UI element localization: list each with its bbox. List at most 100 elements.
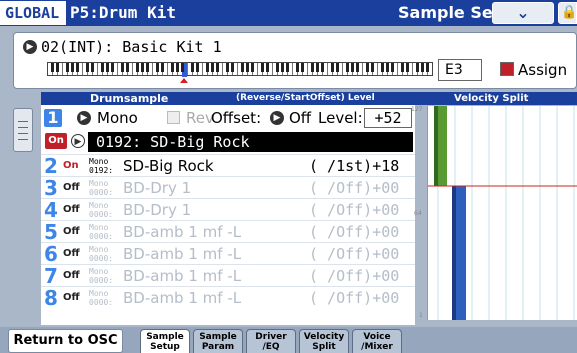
black-key[interactable] bbox=[231, 63, 234, 72]
black-key[interactable] bbox=[146, 63, 149, 72]
reverse-offset-level-value[interactable]: ( /Off)+00 bbox=[309, 177, 399, 199]
black-key[interactable] bbox=[136, 63, 139, 72]
black-key[interactable] bbox=[161, 63, 164, 72]
on-off-state[interactable]: Off bbox=[63, 225, 80, 239]
lock-button[interactable]: 🔒 bbox=[558, 2, 577, 24]
sample-name[interactable]: BD-Dry 1 bbox=[123, 177, 191, 199]
key-field[interactable]: E3 bbox=[438, 59, 482, 81]
black-key[interactable] bbox=[276, 63, 279, 72]
sample-name[interactable]: BD-amb 1 mf -L bbox=[123, 221, 241, 243]
black-key[interactable] bbox=[371, 63, 374, 72]
black-key[interactable] bbox=[391, 63, 394, 72]
tab-voice-mixer[interactable]: Voice/Mixer bbox=[352, 329, 402, 353]
black-key[interactable] bbox=[91, 63, 94, 72]
black-key[interactable] bbox=[181, 63, 184, 72]
keyboard[interactable] bbox=[47, 62, 433, 77]
black-key[interactable] bbox=[386, 63, 389, 72]
black-key[interactable] bbox=[101, 63, 104, 72]
mono-select-arrow-icon[interactable]: ▶ bbox=[77, 111, 91, 125]
level-field[interactable]: +52 bbox=[364, 108, 412, 128]
black-key[interactable] bbox=[111, 63, 114, 72]
black-key[interactable] bbox=[141, 63, 144, 72]
reverse-offset-level-value[interactable]: ( /Off)+00 bbox=[309, 221, 399, 243]
black-key[interactable] bbox=[316, 63, 319, 72]
black-key[interactable] bbox=[416, 63, 419, 72]
black-key[interactable] bbox=[286, 63, 289, 72]
black-key[interactable] bbox=[296, 63, 299, 72]
black-key[interactable] bbox=[176, 63, 179, 72]
black-key[interactable] bbox=[401, 63, 404, 72]
black-key[interactable] bbox=[66, 63, 69, 72]
sample-name[interactable]: BD-amb 1 mf -L bbox=[123, 265, 241, 287]
drumsample-row[interactable]: 4 Off Mono 0000: BD-Dry 1 ( /Off)+00 bbox=[41, 198, 415, 220]
black-key[interactable] bbox=[76, 63, 79, 72]
reverse-offset-level-value[interactable]: ( /Off)+00 bbox=[309, 243, 399, 265]
sample-select-arrow-icon[interactable]: ▶ bbox=[71, 134, 85, 148]
sample-name[interactable]: BD-amb 1 mf -L bbox=[123, 243, 241, 265]
black-key[interactable] bbox=[331, 63, 334, 72]
black-key[interactable] bbox=[351, 63, 354, 72]
reverse-offset-level-value[interactable]: ( /1st)+18 bbox=[309, 155, 399, 177]
drumsample-number[interactable]: 6 bbox=[44, 244, 60, 264]
black-key[interactable] bbox=[266, 63, 269, 72]
black-key[interactable] bbox=[56, 63, 59, 72]
offset-select-arrow-icon[interactable]: ▶ bbox=[270, 111, 284, 125]
black-key[interactable] bbox=[336, 63, 339, 72]
black-key[interactable] bbox=[216, 63, 219, 72]
black-key[interactable] bbox=[251, 63, 254, 72]
drumsample-number[interactable]: 2 bbox=[44, 156, 60, 176]
black-key[interactable] bbox=[86, 63, 89, 72]
black-key[interactable] bbox=[196, 63, 199, 72]
black-key[interactable] bbox=[126, 63, 129, 72]
return-to-osc-button[interactable]: Return to OSC bbox=[8, 329, 123, 353]
drumsample-row[interactable]: 8 Off Mono 0000: BD-amb 1 mf -L ( /Off)+00 bbox=[41, 286, 415, 308]
reverse-checkbox[interactable] bbox=[167, 111, 180, 124]
offset-value[interactable]: Off bbox=[289, 107, 311, 129]
black-key[interactable] bbox=[426, 63, 429, 72]
drumsample-row[interactable]: 2 On Mono 0192: SD-Big Rock ( /1st)+18 bbox=[41, 154, 415, 176]
drumsample-number[interactable]: 4 bbox=[44, 200, 60, 220]
on-off-state[interactable]: On bbox=[63, 159, 79, 173]
drumsample-number[interactable]: 1 bbox=[44, 109, 62, 127]
tab-sample-param[interactable]: Sample Param bbox=[193, 329, 243, 353]
tab-sample-setup[interactable]: Sample Setup bbox=[140, 329, 190, 353]
black-key[interactable] bbox=[206, 63, 209, 72]
black-key[interactable] bbox=[171, 63, 174, 72]
on-off-state[interactable]: Off bbox=[63, 181, 80, 195]
black-key[interactable] bbox=[226, 63, 229, 72]
black-key[interactable] bbox=[301, 63, 304, 72]
black-key[interactable] bbox=[51, 63, 54, 72]
drumsample-row[interactable]: 6 Off Mono 0000: BD-amb 1 mf -L ( /Off)+00 bbox=[41, 242, 415, 264]
drumsample-row[interactable]: 7 Off Mono 0000: BD-amb 1 mf -L ( /Off)+00 bbox=[41, 264, 415, 286]
black-key[interactable] bbox=[381, 63, 384, 72]
tab-driver-eq[interactable]: Driver/EQ bbox=[246, 329, 296, 353]
black-key[interactable] bbox=[106, 63, 109, 72]
black-key[interactable] bbox=[261, 63, 264, 72]
on-off-state[interactable]: Off bbox=[63, 269, 80, 283]
on-off-state[interactable]: Off bbox=[63, 203, 80, 217]
reverse-offset-level-value[interactable]: ( /Off)+00 bbox=[309, 265, 399, 287]
black-key[interactable] bbox=[366, 63, 369, 72]
drum-kit-name[interactable]: 02(INT): Basic Kit 1 bbox=[41, 36, 222, 58]
assign-checkbox[interactable] bbox=[500, 62, 514, 76]
reverse-offset-level-value[interactable]: ( /Off)+00 bbox=[309, 287, 399, 309]
tab-velocity-split[interactable]: Velocity Split bbox=[299, 329, 349, 353]
black-key[interactable] bbox=[346, 63, 349, 72]
black-key[interactable] bbox=[406, 63, 409, 72]
drumsample-on-toggle[interactable]: On bbox=[45, 133, 67, 149]
drumsample-row[interactable]: 3 Off Mono 0000: BD-Dry 1 ( /Off)+00 bbox=[41, 176, 415, 198]
black-key[interactable] bbox=[71, 63, 74, 72]
black-key[interactable] bbox=[356, 63, 359, 72]
drumsample-row[interactable]: 5 Off Mono 0000: BD-amb 1 mf -L ( /Off)+00 bbox=[41, 220, 415, 242]
black-key[interactable] bbox=[241, 63, 244, 72]
page-menu-button[interactable]: ⌄ bbox=[492, 2, 554, 24]
black-key[interactable] bbox=[211, 63, 214, 72]
list-scroll-handle[interactable] bbox=[13, 108, 33, 152]
black-key[interactable] bbox=[246, 63, 249, 72]
velocity-split-graph[interactable] bbox=[427, 106, 577, 320]
black-key[interactable] bbox=[121, 63, 124, 72]
sample-name[interactable]: SD-Big Rock bbox=[123, 155, 214, 177]
drumsample-number[interactable]: 3 bbox=[44, 178, 60, 198]
reverse-offset-level-value[interactable]: ( /Off)+00 bbox=[309, 199, 399, 221]
on-off-state[interactable]: Off bbox=[63, 247, 80, 261]
